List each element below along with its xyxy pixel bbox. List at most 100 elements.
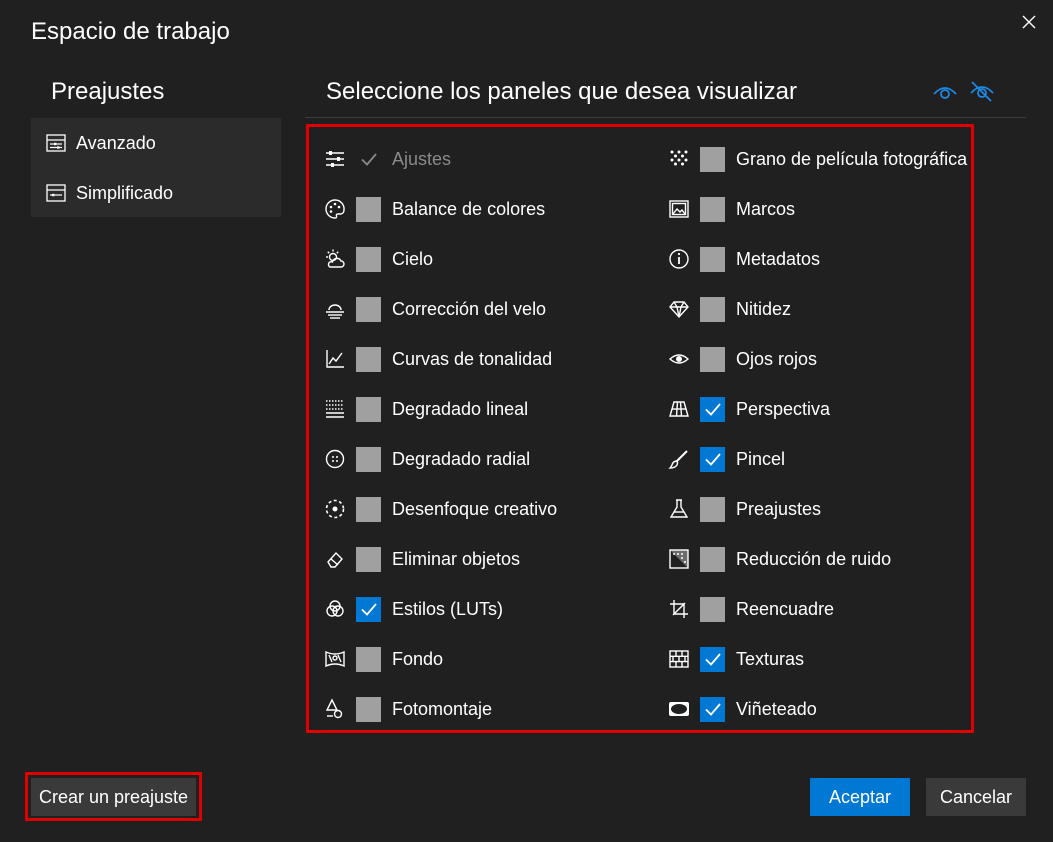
panel-checkbox[interactable]: [356, 396, 381, 422]
panel-option-label: Nitidez: [736, 298, 792, 319]
panel-option-label: Marcos: [736, 198, 796, 219]
panel-option-row[interactable]: Reencuadre: [667, 584, 967, 634]
background-icon: [323, 647, 347, 671]
panels-column-right: Grano de película fotográfica Marcos Metad…: [667, 134, 967, 734]
vignette-icon: [667, 697, 691, 721]
checkmark-icon: [704, 703, 721, 716]
radial-gradient-icon: [323, 447, 347, 471]
show-all-button[interactable]: [931, 78, 959, 104]
panel-option-label: Degradado radial: [392, 448, 531, 469]
brick-texture-icon: [667, 647, 691, 671]
frame-image-icon: [667, 197, 691, 221]
presets-heading: Preajustes: [51, 78, 165, 105]
panel-checkbox[interactable]: [356, 546, 381, 572]
grain-dots-icon: [667, 147, 691, 171]
panel-checkbox[interactable]: [700, 446, 725, 472]
photomontage-icon: [323, 697, 347, 721]
panel-option-row[interactable]: Estilos (LUTs): [323, 584, 557, 634]
cancel-button[interactable]: Cancelar: [926, 778, 1026, 816]
panel-checkbox[interactable]: [356, 646, 381, 672]
panel-checkbox[interactable]: [700, 346, 725, 372]
panel-checkbox[interactable]: [356, 496, 381, 522]
panel-checkbox[interactable]: [700, 546, 725, 572]
checkmark-icon: [704, 403, 721, 416]
panel-checkbox[interactable]: [700, 696, 725, 722]
panels-column-left: Ajustes Balance de colores Cielo Corrección…: [323, 134, 557, 734]
panel-option-row: Ajustes: [323, 134, 557, 184]
panel-option-row[interactable]: Preajustes: [667, 484, 967, 534]
preset-item-label: Simplificado: [76, 182, 174, 203]
panel-option-label: Pincel: [736, 448, 786, 469]
panel-option-row[interactable]: Viñeteado: [667, 684, 967, 734]
color-circles-icon: [323, 597, 347, 621]
brush-icon: [667, 447, 691, 471]
panel-checkbox[interactable]: [356, 346, 381, 372]
panel-checkbox[interactable]: [700, 246, 725, 272]
panel-option-row[interactable]: Fondo: [323, 634, 557, 684]
linear-gradient-icon: [323, 397, 347, 421]
panel-option-row[interactable]: Perspectiva: [667, 384, 967, 434]
panel-option-label: Fotomontaje: [392, 698, 493, 719]
panel-option-row[interactable]: Desenfoque creativo: [323, 484, 557, 534]
panel-checkbox[interactable]: [356, 596, 381, 622]
panel-option-row[interactable]: Grano de película fotográfica: [667, 134, 967, 184]
presets-list: Avanzado Simplificado: [31, 118, 281, 217]
panel-option-row[interactable]: Metadatos: [667, 234, 967, 284]
panel-option-row[interactable]: Degradado radial: [323, 434, 557, 484]
simple-layout-icon: [46, 184, 66, 202]
checkmark-icon: [360, 603, 377, 616]
panel-option-row[interactable]: Nitidez: [667, 284, 967, 334]
panel-checkbox[interactable]: [700, 396, 725, 422]
panel-option-label: Eliminar objetos: [392, 548, 521, 569]
checkmark-icon: [704, 453, 721, 466]
heading-divider: [305, 117, 1026, 118]
advanced-layout-icon: [46, 134, 66, 152]
eye-show-icon: [933, 87, 957, 99]
panel-checkbox[interactable]: [356, 296, 381, 322]
panel-option-label: Corrección del velo: [392, 298, 547, 319]
panel-option-label: Metadatos: [736, 248, 821, 269]
panel-option-label: Reencuadre: [736, 598, 835, 619]
panel-checkbox[interactable]: [700, 646, 725, 672]
dialog-title: Espacio de trabajo: [31, 18, 230, 45]
haze-icon: [323, 297, 347, 321]
panel-option-label: Ojos rojos: [736, 348, 818, 369]
preset-item-simplified[interactable]: Simplificado: [31, 168, 281, 218]
panel-option-row[interactable]: Balance de colores: [323, 184, 557, 234]
perspective-grid-icon: [667, 397, 691, 421]
panel-option-row[interactable]: Fotomontaje: [323, 684, 557, 734]
panel-checkbox[interactable]: [356, 696, 381, 722]
noise-reduction-icon: [667, 547, 691, 571]
close-button[interactable]: [1015, 8, 1043, 36]
creative-blur-icon: [323, 497, 347, 521]
panel-option-row[interactable]: Texturas: [667, 634, 967, 684]
sun-cloud-icon: [323, 247, 347, 271]
panel-checkbox[interactable]: [356, 446, 381, 472]
accept-button[interactable]: Aceptar: [810, 778, 910, 816]
panel-option-row[interactable]: Corrección del velo: [323, 284, 557, 334]
panel-checkbox[interactable]: [700, 496, 725, 522]
panels-selection-box: Ajustes Balance de colores Cielo Corrección…: [306, 124, 974, 733]
panel-checkbox[interactable]: [700, 596, 725, 622]
panel-option-row[interactable]: Cielo: [323, 234, 557, 284]
panel-checkbox[interactable]: [700, 146, 725, 172]
panel-option-row[interactable]: Ojos rojos: [667, 334, 967, 384]
panel-checkbox[interactable]: [700, 196, 725, 222]
panel-option-label: Texturas: [736, 648, 805, 669]
hide-all-button[interactable]: [968, 78, 996, 104]
panel-option-row[interactable]: Degradado lineal: [323, 384, 557, 434]
panel-option-row[interactable]: Eliminar objetos: [323, 534, 557, 584]
panel-option-label: Preajustes: [736, 498, 822, 519]
panel-option-label: Balance de colores: [392, 198, 546, 219]
palette-icon: [323, 197, 347, 221]
panel-option-row[interactable]: Curvas de tonalidad: [323, 334, 557, 384]
panel-checkbox[interactable]: [356, 246, 381, 272]
panel-checkbox[interactable]: [700, 296, 725, 322]
panel-checkbox[interactable]: [356, 196, 381, 222]
create-preset-button[interactable]: Crear un preajuste: [31, 778, 196, 816]
preset-item-advanced[interactable]: Avanzado: [31, 118, 281, 168]
panel-option-row[interactable]: Reducción de ruido: [667, 534, 967, 584]
eraser-icon: [323, 547, 347, 571]
panel-option-row[interactable]: Marcos: [667, 184, 967, 234]
panel-option-row[interactable]: Pincel: [667, 434, 967, 484]
